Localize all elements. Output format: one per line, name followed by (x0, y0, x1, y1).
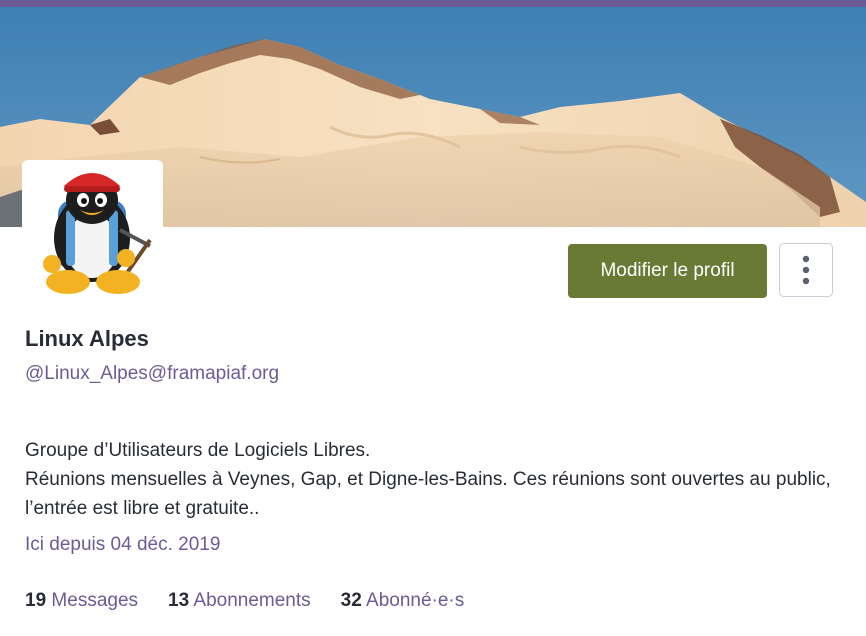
stat-label: Abonné·e·s (366, 590, 465, 611)
top-accent-bar (0, 0, 866, 7)
profile-display-name: Linux Alpes (25, 326, 149, 351)
bio-line: Réunions mensuelles à Veynes, Gap, et Di… (25, 469, 831, 519)
stat-label: Abonnements (193, 590, 311, 611)
profile-handle: @Linux_Alpes@framapiaf.org (25, 363, 280, 384)
profile-stats: 19 Messages 13 Abonnements 32 Abonné·e·s (25, 590, 464, 612)
stat-followers[interactable]: 32 Abonné·e·s (341, 590, 465, 612)
penguin-mascot-icon (43, 173, 152, 294)
vertical-ellipsis-icon (802, 255, 810, 285)
stat-count: 13 (168, 590, 190, 611)
profile-avatar[interactable] (22, 160, 163, 301)
stat-messages[interactable]: 19 Messages (25, 590, 138, 612)
stat-count: 32 (340, 590, 362, 611)
bio-line: Groupe d’Utilisateurs de Logiciels Libre… (25, 440, 371, 461)
stat-following[interactable]: 13 Abonnements (168, 590, 311, 612)
more-options-button[interactable] (779, 243, 833, 297)
profile-bio: Groupe d’Utilisateurs de Logiciels Libre… (25, 436, 845, 523)
joined-date: Ici depuis 04 déc. 2019 (25, 534, 221, 555)
stat-count: 19 (25, 590, 47, 611)
edit-profile-button[interactable]: Modifier le profil (568, 244, 767, 298)
stat-label: Messages (51, 590, 139, 611)
